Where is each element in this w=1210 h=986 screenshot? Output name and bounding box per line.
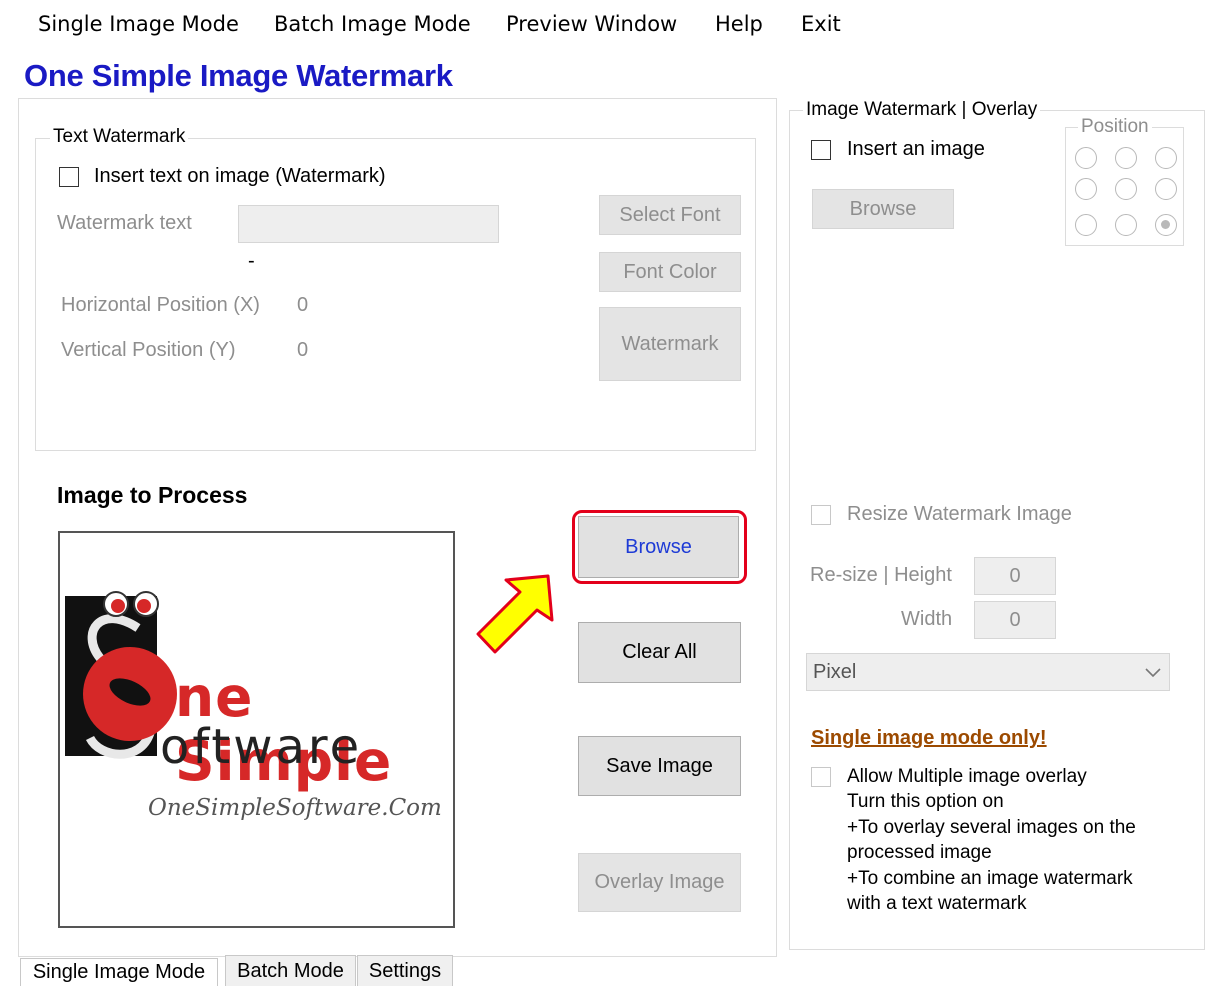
multiple-overlay-line-3: processed image bbox=[847, 842, 992, 863]
position-top-right-radio[interactable] bbox=[1155, 147, 1177, 169]
logo-text-line2: oftware bbox=[160, 719, 363, 775]
resize-watermark-label: Resize Watermark Image bbox=[847, 503, 1072, 525]
vertical-position-label: Vertical Position (Y) bbox=[61, 339, 236, 361]
image-to-process-heading: Image to Process bbox=[57, 482, 248, 508]
font-color-button[interactable]: Font Color bbox=[599, 252, 741, 292]
resize-height-label: Re-size | Height bbox=[810, 564, 952, 586]
chevron-down-icon bbox=[1145, 668, 1161, 678]
app-title: One Simple Image Watermark bbox=[24, 58, 453, 93]
position-top-center-radio[interactable] bbox=[1115, 147, 1137, 169]
menu-bar: Single Image Mode Batch Image Mode Previ… bbox=[0, 0, 1210, 50]
select-font-button[interactable]: Select Font bbox=[599, 195, 741, 235]
save-image-button[interactable]: Save Image bbox=[578, 736, 741, 796]
insert-text-label: Insert text on image (Watermark) bbox=[94, 165, 386, 187]
multiple-overlay-checkbox[interactable] bbox=[811, 767, 831, 787]
insert-image-checkbox[interactable] bbox=[811, 140, 831, 160]
logo-url-text: OneSimpleSoftware.Com bbox=[148, 795, 442, 821]
watermark-text-label: Watermark text bbox=[57, 212, 192, 234]
watermark-button[interactable]: Watermark bbox=[599, 307, 741, 381]
multiple-overlay-line-5: with a text watermark bbox=[847, 893, 1027, 914]
pointer-arrow-icon bbox=[476, 574, 554, 654]
image-watermark-legend: Image Watermark | Overlay bbox=[803, 99, 1041, 121]
tab-settings[interactable]: Settings bbox=[357, 955, 453, 986]
position-bottom-center-radio[interactable] bbox=[1115, 214, 1137, 236]
multiple-overlay-line-2: +To overlay several images on the bbox=[847, 817, 1136, 838]
horizontal-position-label: Horizontal Position (X) bbox=[61, 294, 260, 316]
position-top-left-radio[interactable] bbox=[1075, 147, 1097, 169]
position-middle-right-radio[interactable] bbox=[1155, 178, 1177, 200]
resize-height-input[interactable]: 0 bbox=[974, 557, 1056, 595]
text-watermark-legend: Text Watermark bbox=[50, 126, 189, 148]
multiple-overlay-line-4: +To combine an image watermark bbox=[847, 868, 1133, 889]
browse-button[interactable]: Browse bbox=[578, 516, 739, 578]
tab-batch-mode[interactable]: Batch Mode bbox=[225, 955, 356, 986]
overlay-image-button[interactable]: Overlay Image bbox=[578, 853, 741, 912]
resize-width-input[interactable]: 0 bbox=[974, 601, 1056, 639]
resize-unit-value: Pixel bbox=[813, 661, 857, 683]
position-bottom-right-radio[interactable] bbox=[1155, 214, 1177, 236]
font-preview-dash: - bbox=[248, 250, 255, 272]
menu-help[interactable]: Help bbox=[715, 12, 763, 36]
vertical-position-value: 0 bbox=[297, 339, 309, 361]
position-legend: Position bbox=[1078, 116, 1152, 138]
menu-exit[interactable]: Exit bbox=[801, 12, 841, 36]
position-center-radio[interactable] bbox=[1115, 178, 1137, 200]
single-mode-only-note: Single image mode only! bbox=[811, 727, 1047, 749]
menu-preview-window[interactable]: Preview Window bbox=[506, 12, 677, 36]
image-browse-button[interactable]: Browse bbox=[812, 189, 954, 229]
clear-all-button[interactable]: Clear All bbox=[578, 622, 741, 683]
watermark-text-input[interactable] bbox=[238, 205, 499, 243]
image-preview: ne Simple oftware OneSimpleSoftware.Com bbox=[58, 531, 455, 928]
insert-text-checkbox[interactable] bbox=[59, 167, 79, 187]
tab-single-image-mode[interactable]: Single Image Mode bbox=[20, 958, 218, 986]
multiple-overlay-line-1: Turn this option on bbox=[847, 791, 1004, 812]
horizontal-position-value: 0 bbox=[297, 294, 309, 316]
insert-image-label: Insert an image bbox=[847, 138, 985, 160]
multiple-overlay-label: Allow Multiple image overlay bbox=[847, 766, 1087, 787]
menu-single-image-mode[interactable]: Single Image Mode bbox=[38, 12, 239, 36]
menu-batch-image-mode[interactable]: Batch Image Mode bbox=[274, 12, 471, 36]
position-bottom-left-radio[interactable] bbox=[1075, 214, 1097, 236]
position-middle-left-radio[interactable] bbox=[1075, 178, 1097, 200]
resize-width-label: Width bbox=[901, 608, 953, 630]
resize-watermark-checkbox[interactable] bbox=[811, 505, 831, 525]
resize-unit-select[interactable]: Pixel bbox=[806, 653, 1170, 691]
